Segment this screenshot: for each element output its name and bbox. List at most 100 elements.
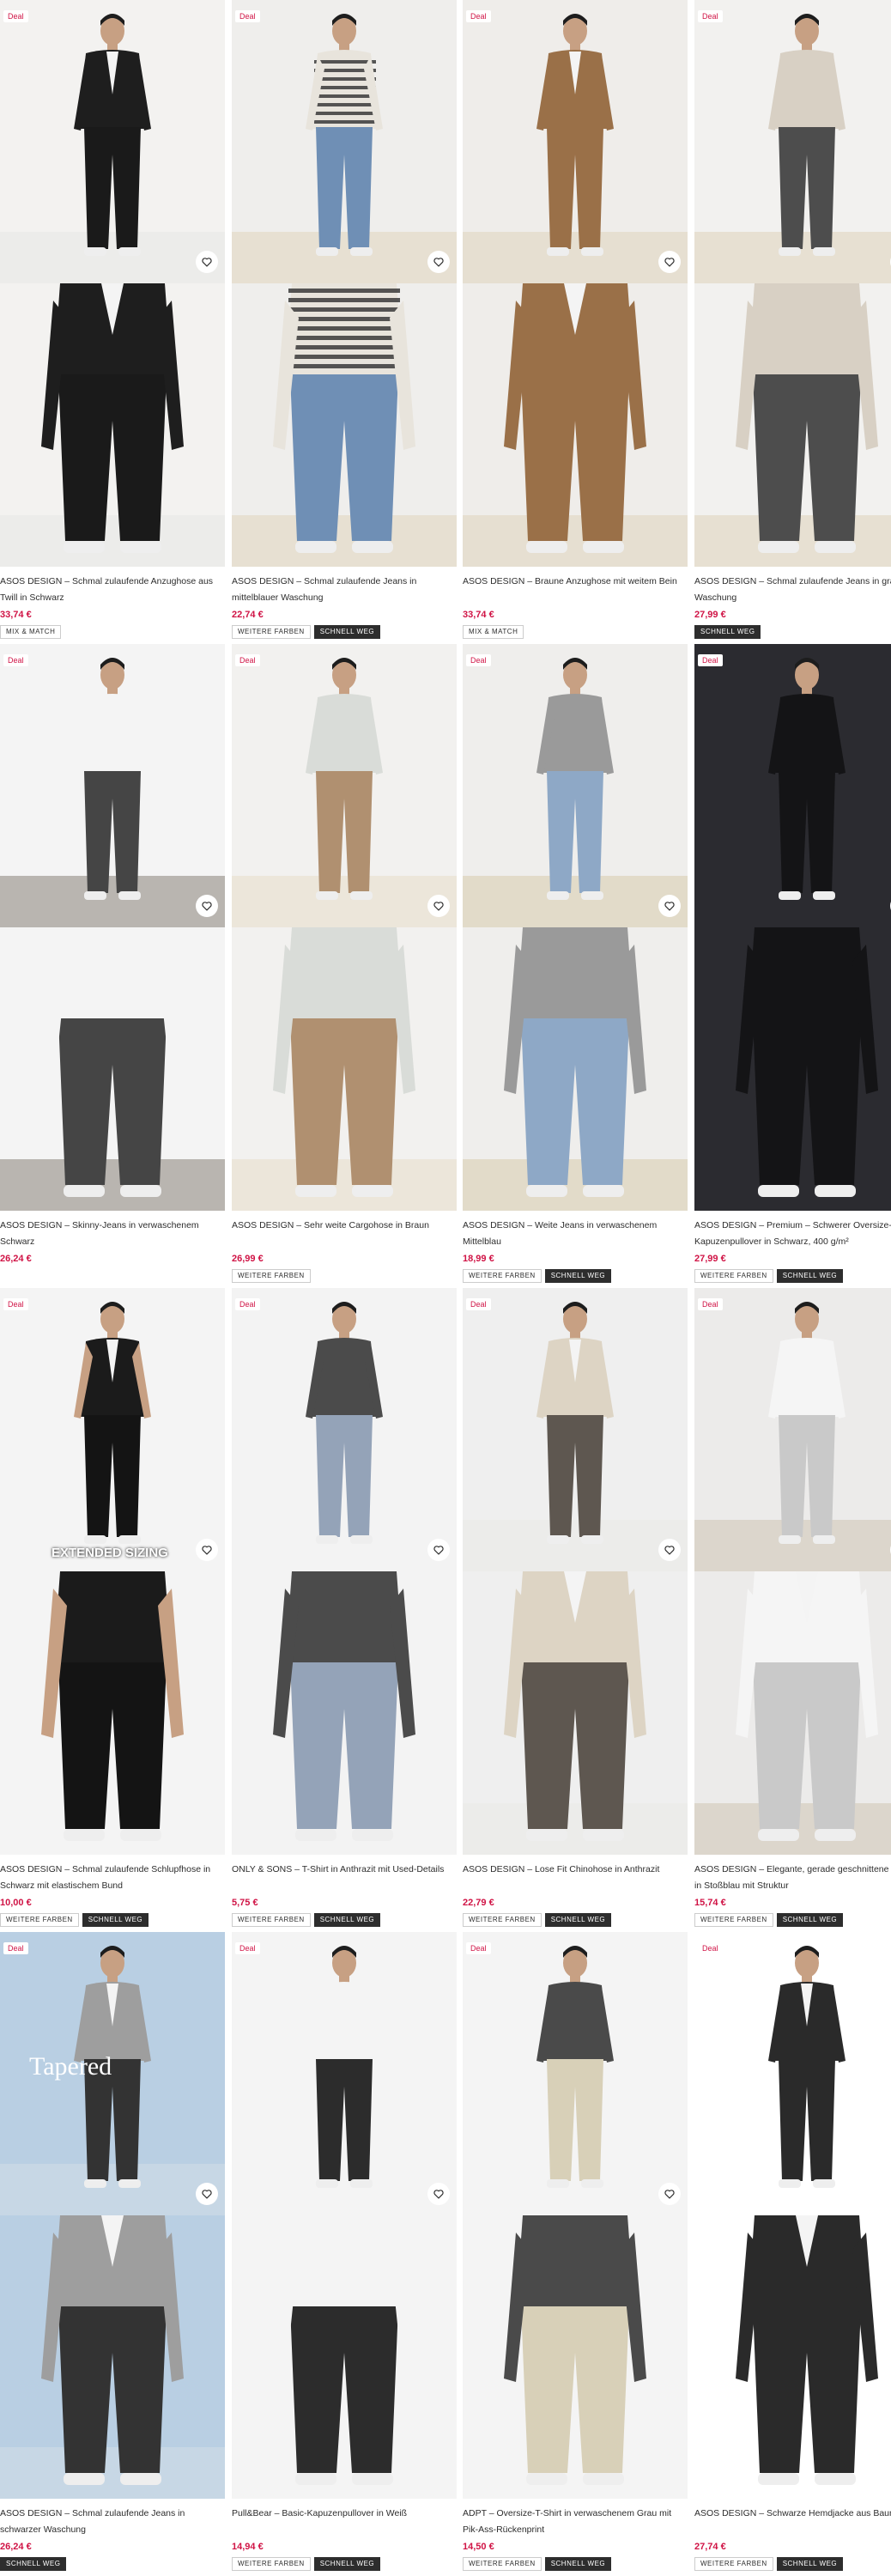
more-colours-badge[interactable]: WEITERE FARBEN [232,1913,311,1927]
product-card[interactable]: Deal ASOS DESIGN – Skinny-Jeans in verwas… [0,644,225,1266]
product-title[interactable]: Pull&Bear – Basic-Kapuzenpullover in Wei… [232,2506,457,2538]
product-title[interactable]: ASOS DESIGN – Schmal zulaufende Jeans in… [232,574,457,606]
more-colours-badge[interactable]: WEITERE FARBEN [463,1269,542,1283]
product-image[interactable]: Deal [694,1932,891,2499]
product-image[interactable]: Deal [694,0,891,567]
more-colours-badge[interactable]: WEITERE FARBEN [694,1913,773,1927]
product-photo-alt [232,927,457,1211]
product-card[interactable]: Deal ADPT – Oversize-T-Shirt in verwasche… [463,1932,688,2571]
product-card[interactable]: Deal ASOS DESIGN – Schmal zulaufende Jean… [232,0,457,639]
product-card[interactable]: Deal Pull&Bear – Basic-Kapuzenpullover in… [232,1932,457,2571]
product-card[interactable]: Deal ASOS DESIGN – Elegante, gerade gesch… [694,1288,891,1927]
product-card[interactable]: Deal Tapered ASOS DESIGN – Schmal zulaufen… [0,1932,225,2571]
product-info: ASOS DESIGN – Schmal zulaufende Jeans in… [0,2499,225,2571]
wishlist-button[interactable] [427,251,450,273]
product-card[interactable]: Deal ONLY & SONS – T-Shirt in Anthrazit m… [232,1288,457,1927]
more-colours-badge[interactable]: WEITERE FARBEN [0,1913,79,1927]
heart-icon [664,902,675,911]
more-colours-badge[interactable]: WEITERE FARBEN [232,625,311,639]
more-colours-badge[interactable]: WEITERE FARBEN [463,2557,542,2571]
product-title[interactable]: ASOS DESIGN – Schmal zulaufende Jeans in… [694,574,891,606]
product-title[interactable]: ASOS DESIGN – Schmal zulaufende Jeans in… [0,2506,225,2538]
deal-badge: Deal [698,654,723,666]
more-colours-badge[interactable]: WEITERE FARBEN [232,1269,311,1283]
more-colours-badge[interactable]: WEITERE FARBEN [694,2557,773,2571]
product-image[interactable]: Deal [232,644,457,1211]
product-info: ASOS DESIGN – Schmal zulaufende Anzughos… [0,567,225,639]
wishlist-button[interactable] [658,251,681,273]
product-image[interactable]: Deal [694,644,891,1211]
product-card[interactable]: Deal ASOS DESIGN – Premium – Schwerer Ove… [694,644,891,1283]
product-image[interactable]: Deal [463,1932,688,2499]
product-image[interactable]: Deal [232,1288,457,1855]
wishlist-button[interactable] [196,2183,218,2205]
product-photo-alt [232,283,457,567]
wishlist-button[interactable] [658,1539,681,1561]
product-price: 22,79 € [463,1898,494,1908]
product-card[interactable]: Deal ASOS DESIGN – Sehr weite Cargohose i… [232,644,457,1283]
product-price: 5,75 € [232,1898,258,1908]
product-info: ADPT – Oversize-T-Shirt in verwaschenem … [463,2499,688,2571]
product-image[interactable]: Deal [463,1288,688,1855]
model-figure [768,14,846,256]
product-title[interactable]: ASOS DESIGN – Sehr weite Cargohose in Br… [232,1218,457,1250]
selling-fast-badge: SCHNELL WEG [776,2557,844,2571]
product-card[interactable]: Deal ASOS DESIGN – Schmal zulaufende Jean… [694,0,891,639]
model-figure [41,283,184,553]
product-image[interactable]: Deal [694,1288,891,1855]
product-photo-main: Deal [463,644,688,927]
wishlist-button[interactable] [427,1539,450,1561]
product-photo-main: Deal [463,0,688,283]
product-card[interactable]: Deal ASOS DESIGN – Schmal zulaufende Anzu… [0,0,225,639]
product-badges: WEITERE FARBEN SCHNELL WEG [694,1269,891,1283]
product-price: 33,74 € [463,610,494,620]
heart-icon [664,1546,675,1555]
wishlist-button[interactable] [196,895,218,917]
wishlist-button[interactable] [196,1539,218,1561]
product-title[interactable]: ASOS DESIGN – Schmal zulaufende Schlupfh… [0,1862,225,1894]
product-title[interactable]: ASOS DESIGN – Lose Fit Chinohose in Anth… [463,1862,688,1894]
product-card[interactable]: Deal ASOS DESIGN – Braune Anzughose mit w… [463,0,688,639]
wishlist-button[interactable] [196,251,218,273]
deal-badge: Deal [698,1298,723,1310]
product-card[interactable]: Deal ASOS DESIGN – Schwarze Hemdjacke aus… [694,1932,891,2571]
product-image[interactable]: Deal [463,0,688,567]
product-card[interactable]: Deal ASOS DESIGN – Weite Jeans in verwasc… [463,644,688,1283]
wishlist-button[interactable] [427,2183,450,2205]
product-photo-alt [463,927,688,1211]
product-title[interactable]: ASOS DESIGN – Skinny-Jeans in verwaschen… [0,1218,225,1250]
product-image[interactable]: Deal Tapered [0,1932,225,2499]
model-figure [41,2215,184,2485]
product-card[interactable]: Deal ASOS DESIGN – Lose Fit Chinohose in … [463,1288,688,1927]
product-card[interactable]: Deal EXTENDED SIZING ASOS DESIGN – Schmal … [0,1288,225,1927]
product-title[interactable]: ASOS DESIGN – Braune Anzughose mit weite… [463,574,688,606]
model-figure [736,2215,878,2485]
wishlist-button[interactable] [658,2183,681,2205]
heart-icon [433,258,444,267]
product-title[interactable]: ASOS DESIGN – Schmal zulaufende Anzughos… [0,574,225,606]
product-image[interactable]: Deal EXTENDED SIZING [0,1288,225,1855]
product-image[interactable]: Deal [232,1932,457,2499]
product-title[interactable]: ADPT – Oversize-T-Shirt in verwaschenem … [463,2506,688,2538]
wishlist-button[interactable] [658,895,681,917]
more-colours-badge[interactable]: WEITERE FARBEN [463,1913,542,1927]
product-title[interactable]: ASOS DESIGN – Schwarze Hemdjacke aus Bau… [694,2506,891,2538]
product-title[interactable]: ASOS DESIGN – Weite Jeans in verwaschene… [463,1218,688,1250]
heart-icon [202,902,212,911]
selling-fast-badge: SCHNELL WEG [544,1269,612,1283]
product-photo-main: Deal [0,0,225,283]
model-figure [74,14,151,256]
product-image[interactable]: Deal [0,644,225,1211]
product-title[interactable]: ONLY & SONS – T-Shirt in Anthrazit mit U… [232,1862,457,1894]
product-image[interactable]: Deal [0,0,225,567]
product-image[interactable]: Deal [232,0,457,567]
product-photo-alt [232,1571,457,1855]
wishlist-button[interactable] [427,895,450,917]
product-title[interactable]: ASOS DESIGN – Premium – Schwerer Oversiz… [694,1218,891,1250]
product-price: 10,00 € [0,1898,32,1908]
more-colours-badge[interactable]: WEITERE FARBEN [232,2557,311,2571]
product-title[interactable]: ASOS DESIGN – Elegante, gerade geschnitt… [694,1862,891,1894]
more-colours-badge[interactable]: WEITERE FARBEN [694,1269,773,1283]
product-image[interactable]: Deal [463,644,688,1211]
product-badges: WEITERE FARBEN SCHNELL WEG [463,1269,688,1283]
